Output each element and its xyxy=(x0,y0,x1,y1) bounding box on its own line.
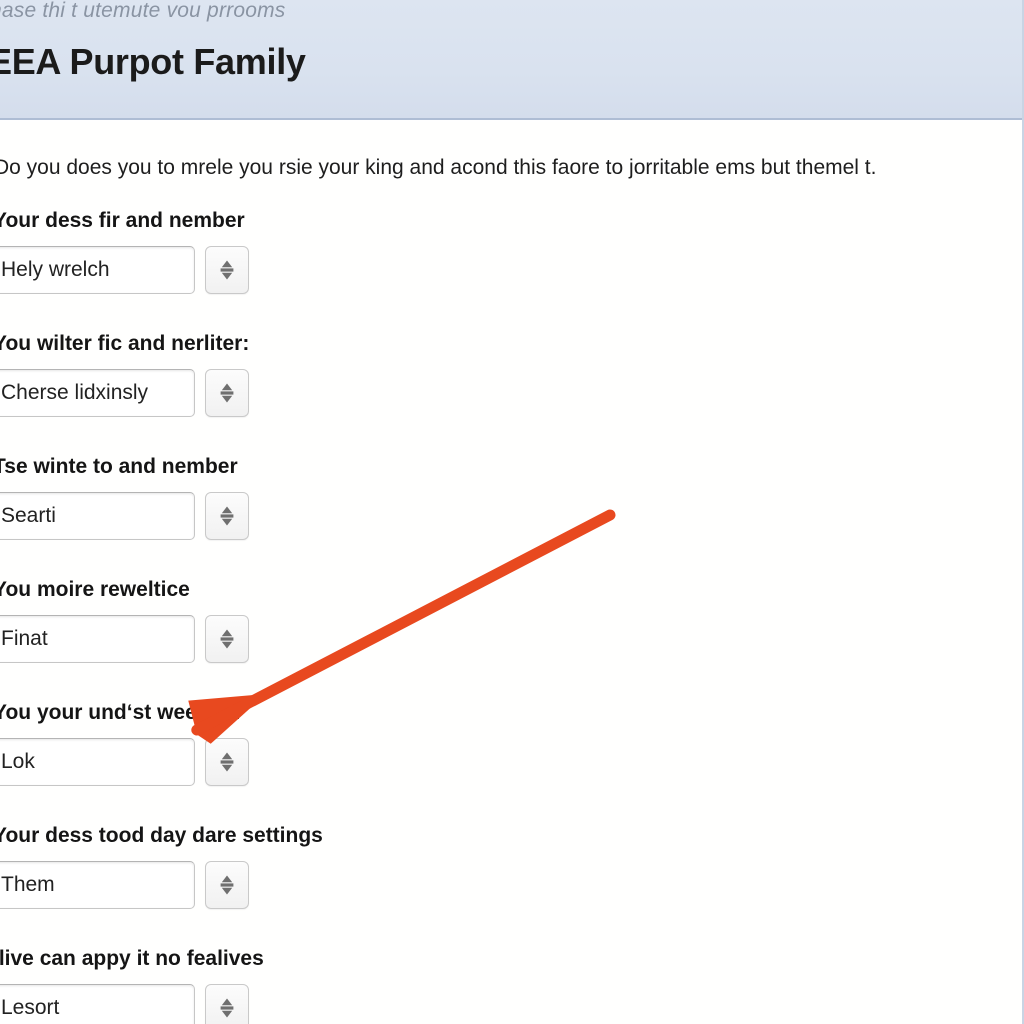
up-down-arrow-icon xyxy=(220,998,234,1018)
field-label: You moire reweltice xyxy=(0,578,190,601)
field-label: Your dess tood day dare settings xyxy=(0,824,323,847)
stepper-button[interactable] xyxy=(205,369,249,417)
field-label: You your und‘st week off xyxy=(0,701,242,724)
text-input[interactable] xyxy=(0,861,195,909)
field-label: Your dess fir and nember xyxy=(0,209,245,232)
stepper-button[interactable] xyxy=(205,615,249,663)
up-down-arrow-icon xyxy=(220,260,234,280)
text-input[interactable] xyxy=(0,984,195,1024)
header-kicker-text: nase thi t utemute vou prrooms xyxy=(0,0,286,22)
text-input[interactable] xyxy=(0,492,195,540)
form-field-row: llive can appy it no fealives xyxy=(0,946,1022,1024)
page-content: Do you does you to mrele you rsie your k… xyxy=(0,122,1022,1024)
settings-form: Your dess fir and nember You wilter fic a… xyxy=(0,208,1022,1024)
form-field-row: You moire reweltice xyxy=(0,577,1022,700)
field-control xyxy=(0,738,249,786)
up-down-arrow-icon xyxy=(220,752,234,772)
up-down-arrow-icon xyxy=(220,629,234,649)
stepper-button[interactable] xyxy=(205,861,249,909)
up-down-arrow-icon xyxy=(220,875,234,895)
field-control xyxy=(0,615,249,663)
field-control xyxy=(0,492,249,540)
text-input[interactable] xyxy=(0,738,195,786)
up-down-arrow-icon xyxy=(220,383,234,403)
text-input[interactable] xyxy=(0,246,195,294)
form-field-row: Your dess fir and nember xyxy=(0,208,1022,331)
form-field-row: You wilter fic and nerliter: xyxy=(0,331,1022,454)
page-header: nase thi t utemute vou prrooms EEA Purpo… xyxy=(0,0,1022,120)
text-input[interactable] xyxy=(0,615,195,663)
stepper-button[interactable] xyxy=(205,246,249,294)
text-input[interactable] xyxy=(0,369,195,417)
field-control xyxy=(0,246,249,294)
stepper-button[interactable] xyxy=(205,738,249,786)
field-control xyxy=(0,861,249,909)
field-label: Tse winte to and nember xyxy=(0,455,238,478)
page-root: nase thi t utemute vou prrooms EEA Purpo… xyxy=(0,0,1024,1024)
stepper-button[interactable] xyxy=(205,984,249,1024)
field-control xyxy=(0,984,249,1024)
field-control xyxy=(0,369,249,417)
field-label: llive can appy it no fealives xyxy=(0,947,264,970)
stepper-button[interactable] xyxy=(205,492,249,540)
up-down-arrow-icon xyxy=(220,506,234,526)
intro-paragraph: Do you does you to mrele you rsie your k… xyxy=(0,156,877,179)
form-field-row: Your dess tood day dare settings xyxy=(0,823,1022,946)
page-title: EEA Purpot Family xyxy=(0,41,306,82)
form-field-row: You your und‘st week off xyxy=(0,700,1022,823)
field-label: You wilter fic and nerliter: xyxy=(0,332,250,355)
form-field-row: Tse winte to and nember xyxy=(0,454,1022,577)
